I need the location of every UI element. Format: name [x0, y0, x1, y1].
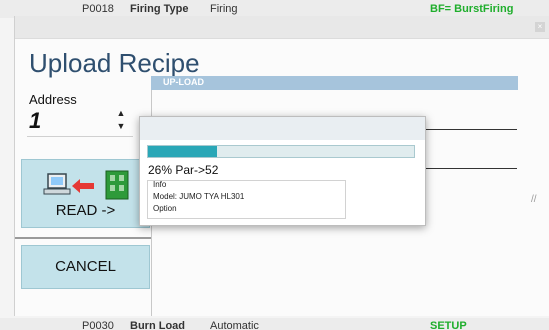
- bg-param-code: P0018: [82, 3, 114, 15]
- dialog-titlebar: ×: [15, 16, 549, 39]
- read-illustration: [43, 170, 129, 200]
- upload-panel-header: UP-LOAD: [151, 76, 518, 90]
- bg-param-name: Firing Type: [130, 3, 189, 15]
- bg-param-name: Burn Load: [130, 320, 185, 330]
- popup-header: [140, 117, 425, 140]
- cancel-button[interactable]: CANCEL: [21, 245, 150, 289]
- info-model-line: Model: JUMO TYA HL301: [153, 192, 245, 201]
- address-label: Address: [29, 92, 77, 107]
- read-button-label: READ ->: [55, 202, 116, 219]
- computer-icon: [43, 173, 71, 195]
- bg-param-code: P0030: [82, 320, 114, 330]
- dialog-title: Upload Recipe: [29, 48, 200, 78]
- info-option-line: Option: [153, 204, 177, 213]
- info-box: Info Model: JUMO TYA HL301 Option: [147, 180, 346, 219]
- bg-param-value: Automatic: [210, 320, 259, 330]
- bg-param-setting: BF= BurstFiring: [430, 3, 514, 15]
- device-module-icon: [105, 170, 129, 200]
- progress-status-text: 26% Par->52: [148, 163, 219, 177]
- resize-grip-icon[interactable]: //: [531, 194, 537, 205]
- progress-bar-fill: [148, 146, 217, 157]
- spin-up-icon[interactable]: ▲: [115, 107, 127, 119]
- upload-header-label: UP-LOAD: [163, 77, 204, 87]
- read-button[interactable]: READ ->: [21, 159, 150, 228]
- spin-down-icon[interactable]: ▼: [115, 120, 127, 132]
- bg-param-setting: SETUP: [430, 320, 467, 330]
- progress-bar: [147, 145, 415, 158]
- close-icon[interactable]: ×: [535, 22, 545, 32]
- address-value[interactable]: 1: [29, 108, 41, 134]
- bg-param-value: Firing: [210, 3, 238, 15]
- background-parameter-row: P0030 Burn Load Automatic SETUP: [0, 318, 549, 330]
- info-title: Info: [153, 180, 167, 189]
- button-divider: [15, 237, 151, 239]
- progress-popup: 26% Par->52 Info Model: JUMO TYA HL301 O…: [139, 116, 426, 226]
- red-arrow-left-icon: [72, 179, 94, 193]
- cancel-button-label: CANCEL: [55, 258, 116, 275]
